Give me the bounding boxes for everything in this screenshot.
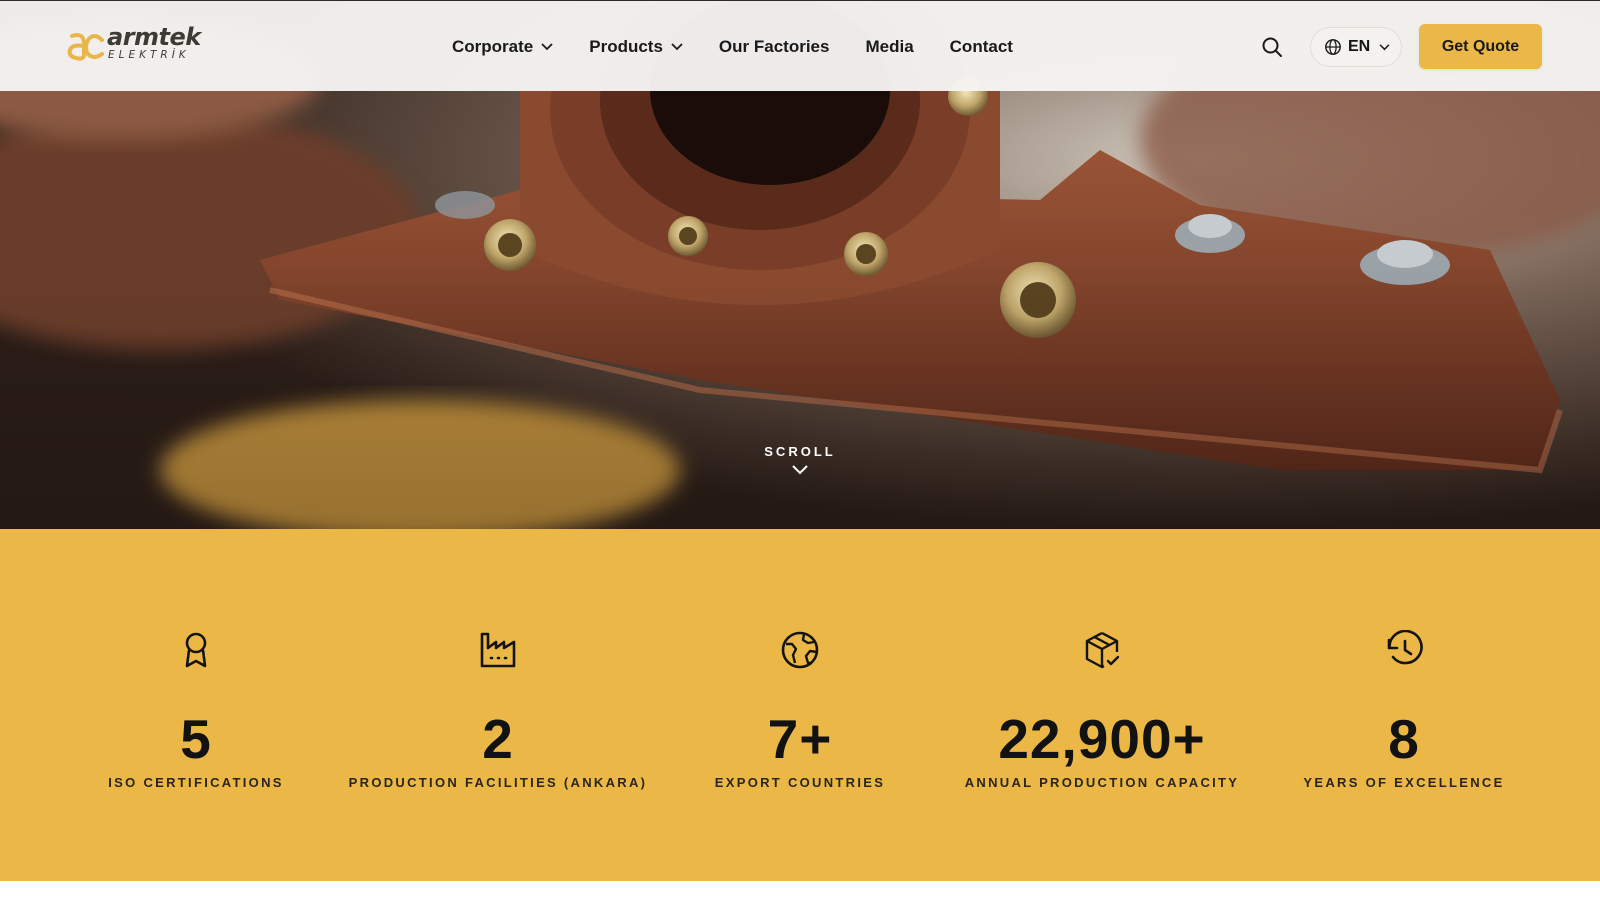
main-nav: Corporate Products Our Factories Media C… <box>452 1 1049 92</box>
globe-icon <box>1325 39 1341 55</box>
search-icon[interactable] <box>1260 35 1284 59</box>
chevron-down-icon <box>671 42 683 50</box>
factory-icon <box>480 632 516 668</box>
nav-item-media[interactable]: Media <box>865 37 913 57</box>
nav-item-products[interactable]: Products <box>589 37 683 57</box>
stat-value: 8 <box>1388 708 1420 770</box>
language-code: EN <box>1348 38 1371 55</box>
scroll-indicator[interactable]: SCROLL <box>700 444 900 475</box>
get-quote-button[interactable]: Get Quote <box>1419 24 1542 69</box>
chevron-down-icon <box>541 42 553 50</box>
nav-item-label: Products <box>589 36 663 56</box>
page-bottom-strip <box>0 881 1600 903</box>
stat-value: 5 <box>180 708 212 770</box>
stat-annual-production-capacity: 22,900+ ANNUAL PRODUCTION CAPACITY <box>952 529 1252 881</box>
nav-item-contact[interactable]: Contact <box>950 37 1013 57</box>
language-selector[interactable]: EN <box>1310 27 1402 67</box>
nav-item-corporate[interactable]: Corporate <box>452 37 553 57</box>
award-ribbon-icon <box>185 632 207 668</box>
stat-value: 7+ <box>767 708 833 770</box>
stat-years-of-excellence: 8 YEARS OF EXCELLENCE <box>1254 529 1554 881</box>
stat-value: 22,900+ <box>998 708 1206 770</box>
stat-label: ANNUAL PRODUCTION CAPACITY <box>964 775 1240 790</box>
stat-label: ISO CERTIFICATIONS <box>108 775 284 790</box>
nav-item-label: Our Factories <box>718 36 830 56</box>
stat-production-facilities: 2 PRODUCTION FACILITIES (ANKARA) <box>348 529 648 881</box>
chevron-down-icon <box>792 465 808 475</box>
scroll-label: SCROLL <box>764 444 836 459</box>
armtek-logo-icon <box>67 33 104 61</box>
stats-section: 5 ISO CERTIFICATIONS 2 PRODUCTION FACILI… <box>0 529 1600 881</box>
stat-label: YEARS OF EXCELLENCE <box>1303 775 1505 790</box>
globe-map-icon <box>781 631 819 669</box>
stat-value: 2 <box>482 708 514 770</box>
stat-export-countries: 7+ EXPORT COUNTRIES <box>650 529 950 881</box>
brand-name: armtek <box>107 23 201 51</box>
stat-label: PRODUCTION FACILITIES (ANKARA) <box>348 775 648 790</box>
chevron-down-icon <box>1379 43 1390 50</box>
nav-item-label: Corporate <box>452 36 534 56</box>
history-clock-icon <box>1387 630 1423 665</box>
site-header: armtek ELEKTRİK Corporate Products Our F… <box>0 0 1600 91</box>
package-check-icon <box>1085 631 1120 669</box>
nav-item-label: Media <box>865 36 914 56</box>
nav-item-label: Contact <box>949 36 1013 56</box>
stat-label: EXPORT COUNTRIES <box>714 775 886 790</box>
brand-subtitle: ELEKTRİK <box>108 49 190 61</box>
nav-item-our-factories[interactable]: Our Factories <box>719 37 830 57</box>
stat-iso-certifications: 5 ISO CERTIFICATIONS <box>46 529 346 881</box>
